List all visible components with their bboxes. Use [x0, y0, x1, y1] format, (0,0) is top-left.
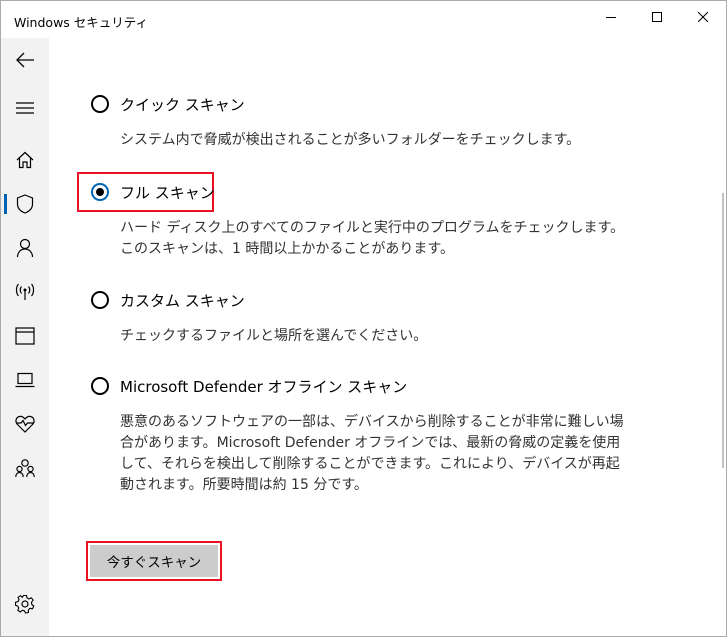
- sidebar-item-virus-protection[interactable]: [1, 186, 49, 222]
- title-bar: Windows セキュリティ: [1, 1, 726, 38]
- sidebar-item-device-health[interactable]: [1, 406, 49, 442]
- offline-scan-radio[interactable]: [91, 377, 109, 395]
- offline-scan-option[interactable]: Microsoft Defender オフライン スキャン: [91, 373, 407, 399]
- full-scan-option[interactable]: フル スキャン: [91, 179, 215, 205]
- close-icon: [698, 12, 708, 22]
- shield-icon: [16, 194, 34, 214]
- back-arrow-icon: [16, 52, 34, 68]
- quick-scan-description: システム内で脅威が検出されることが多いフォルダーをチェックします。: [120, 132, 581, 148]
- antenna-icon: [15, 283, 35, 300]
- sidebar-nav: [1, 38, 49, 636]
- vertical-scrollbar[interactable]: [722, 193, 724, 468]
- custom-scan-description: チェックするファイルと場所を選んでください。: [120, 328, 428, 344]
- close-button[interactable]: [680, 1, 726, 33]
- full-scan-label: フル スキャン: [120, 183, 215, 202]
- sidebar-item-settings[interactable]: [1, 586, 49, 622]
- scan-now-button[interactable]: 今すぐスキャン: [90, 545, 218, 577]
- full-scan-radio[interactable]: [91, 183, 109, 201]
- offline-scan-description: 悪意のあるソフトウェアの一部は、デバイスから削除することが非常に難しい場合があり…: [120, 414, 624, 493]
- laptop-icon: [15, 372, 35, 388]
- back-button[interactable]: [1, 42, 49, 78]
- sidebar-item-home[interactable]: [1, 142, 49, 178]
- settings-gear-icon: [15, 594, 35, 614]
- app-window: Windows セキュリティ クイック スキャン システム内で脅威が検出されるこ…: [0, 0, 727, 637]
- quick-scan-option[interactable]: クイック スキャン: [91, 91, 245, 117]
- sidebar-item-app-browser[interactable]: [1, 318, 49, 354]
- maximize-button[interactable]: [634, 1, 680, 33]
- sidebar-item-account[interactable]: [1, 230, 49, 266]
- menu-button[interactable]: [1, 90, 49, 126]
- hamburger-menu-icon: [16, 102, 34, 114]
- minimize-button[interactable]: [588, 1, 634, 33]
- heart-pulse-icon: [15, 415, 35, 433]
- minimize-icon: [606, 17, 616, 18]
- full-scan-description: ハード ディスク上のすべてのファイルと実行中のプログラムをチェックします。このス…: [120, 220, 625, 257]
- family-icon: [15, 459, 35, 478]
- sidebar-item-device-security[interactable]: [1, 362, 49, 398]
- offline-scan-label: Microsoft Defender オフライン スキャン: [120, 377, 408, 396]
- quick-scan-radio[interactable]: [91, 95, 109, 113]
- person-icon: [16, 238, 34, 258]
- home-icon: [16, 151, 34, 169]
- maximize-icon: [652, 12, 662, 22]
- quick-scan-label: クイック スキャン: [120, 95, 245, 114]
- sidebar-item-family[interactable]: [1, 450, 49, 486]
- custom-scan-option[interactable]: カスタム スキャン: [91, 287, 245, 313]
- browser-window-icon: [15, 327, 35, 345]
- custom-scan-radio[interactable]: [91, 291, 109, 309]
- scan-options-panel: クイック スキャン システム内で脅威が検出されることが多いフォルダーをチェックし…: [49, 38, 726, 636]
- selected-indicator: [4, 194, 7, 214]
- window-title: Windows セキュリティ: [14, 15, 149, 30]
- custom-scan-label: カスタム スキャン: [120, 291, 245, 310]
- sidebar-item-firewall[interactable]: [1, 274, 49, 310]
